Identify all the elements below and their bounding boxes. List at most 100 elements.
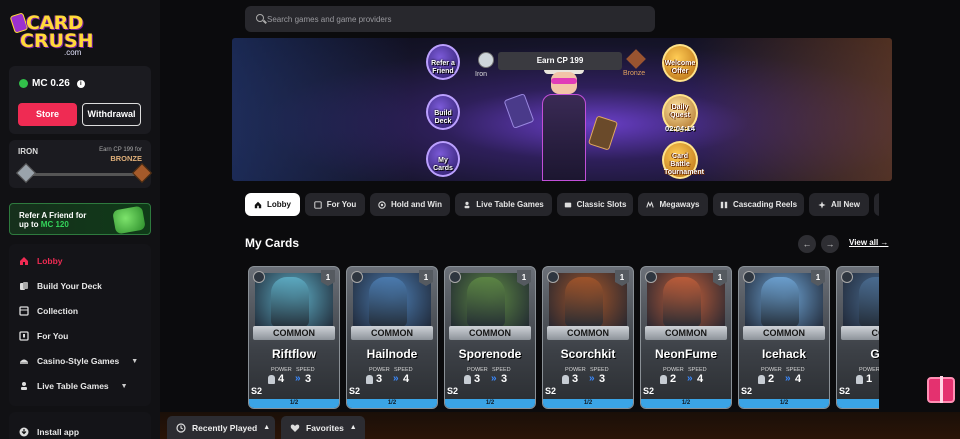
slots-icon [564,202,571,207]
tab-megaways[interactable]: Megaways [638,193,708,216]
speed-value: 4 [697,373,704,385]
card-item[interactable]: 1 COMMON Hailnode POWER 3 SPEED» 4 S2 1/2 [346,266,438,409]
card-name: Sporenode [458,347,522,361]
wallet-panel: MC 0.26 i Store Withdrawal [9,66,151,134]
power-value: 3 [572,373,579,385]
welcome-offer-button[interactable]: Welcome Offer [662,44,698,82]
my-cards-button[interactable]: My Cards [426,141,460,177]
category-tabs: Lobby For You Hold and Win Live Table Ga… [245,193,879,216]
favorites-label: Favorites [306,422,344,433]
card-name: Scorchkit [560,347,616,361]
view-all-link[interactable]: View all → [849,238,888,247]
my-cards-label: My Cards [433,157,453,172]
cardcrush-logo[interactable]: CARD CRUSH .com [9,8,94,57]
card-item[interactable]: COMGusPOWER1S2 [836,266,879,409]
tab-lobby[interactable]: Lobby [245,193,300,216]
refer-friend-button[interactable]: Refer a Friend [426,44,460,80]
welcome-offer-label: Welcome Offer [664,60,696,75]
chevron-down-icon[interactable]: ▼ [121,383,128,390]
info-icon[interactable]: i [76,79,85,88]
power-icon [758,375,765,384]
reels-icon [720,201,728,208]
tab-all-new[interactable]: All New [809,193,869,216]
refer-line2: up to MC 120 [19,220,69,229]
rank-earn-text: Earn CP 199 for [99,147,142,153]
card-item[interactable]: 1 COMMON NeonFume POWER 2 SPEED» 4 S2 1/2 [640,266,732,409]
card-item[interactable]: 1 COMMON Riftflow POWER 4 SPEED» 3 S2 1/2 [248,266,340,409]
tab-hold-and-win[interactable]: Hold and Win [370,193,450,216]
tier-label: S2 [349,386,361,396]
sidebar-item-label: Lobby [37,256,63,266]
cards-icon [20,282,28,290]
favorites-button[interactable]: Favorites ▲ [281,416,365,439]
card-name: Icehack [761,347,807,361]
download-icon [19,427,29,437]
power-icon [268,375,275,384]
dealer-icon [21,382,27,390]
xp-bar: 1/2 [347,399,437,408]
sidebar-item-live-table[interactable]: Live Table Games ▼ [19,376,128,396]
search-input[interactable] [267,6,647,32]
sidebar-item-for-you[interactable]: For You [19,326,68,346]
daily-quest-timer: 02:04:14 [664,124,696,133]
chevron-down-icon[interactable]: ▼ [131,358,138,365]
tier-label: S2 [741,386,753,396]
sidebar-item-casino-games[interactable]: Casino-Style Games ▼ [19,351,138,371]
hero-banner[interactable]: Refer a Friend Build Deck My Cards Iron … [232,38,892,181]
store-button[interactable]: Store [18,103,77,126]
logo-suffix: .com [64,48,82,57]
tab-label: Lobby [267,200,291,209]
sidebar-item-build-deck[interactable]: Build Your Deck [19,276,102,296]
speed-icon: » [491,373,497,384]
casino-icon [20,359,28,364]
card-battle-tournament-button[interactable]: Card Battle Tournament [662,141,704,179]
withdrawal-button[interactable]: Withdrawal [82,103,141,126]
speed-icon: » [393,373,399,384]
earn-cp-bar: Earn CP 199 [498,52,622,70]
character-body [542,94,586,181]
sidebar-item-lobby[interactable]: Lobby [19,251,63,271]
install-app[interactable]: Install app [9,412,151,439]
card-item[interactable]: 1 COMMON Sporenode POWER 3 SPEED» 3 S2 1/2 [444,266,536,409]
rank-next: BRONZE [110,154,142,163]
tab-live-table-games[interactable]: Live Table Games [455,193,552,216]
build-deck-button[interactable]: Build Deck [426,94,460,130]
sidebar-item-collection[interactable]: Collection [19,301,78,321]
tab-classic-slots[interactable]: Classic Slots [557,193,633,216]
home-icon [254,201,262,208]
tab-cascading-reels[interactable]: Cascading Reels [713,193,804,216]
refer-friend-label: Refer a Friend [431,60,455,75]
tab-for-you[interactable]: For You [305,193,365,216]
tier-label: S2 [251,386,263,396]
build-deck-label: Build Deck [434,110,452,125]
card-creature [271,277,309,327]
card-item[interactable]: 1 COMMON Icehack POWER 2 SPEED» 4 S2 1/2 [738,266,830,409]
character-glasses [551,78,577,84]
rank-current: IRON [18,147,38,156]
prev-arrow-icon[interactable]: ← [798,235,816,253]
recently-played-button[interactable]: Recently Played ▲ [167,416,275,439]
rank-progress[interactable]: IRON Earn CP 199 for BRONZE [9,140,152,188]
speed-icon: » [589,373,595,384]
search-bar[interactable] [245,6,655,32]
search-icon [256,14,264,22]
bronze-badge-icon [626,49,646,69]
tab-more[interactable] [874,193,879,216]
iron-badge-icon [478,52,494,68]
card-creature [565,277,603,327]
power-value: 4 [278,373,285,385]
refer-friend-banner[interactable]: Refer A Friend for up to MC 120 [9,203,151,235]
speed-value: 3 [599,373,606,385]
tab-label: Live Table Games [476,200,544,209]
speed-icon: » [785,373,791,384]
tab-label: For You [326,200,357,209]
card-item[interactable]: 1 COMMON Scorchkit POWER 3 SPEED» 3 S2 1/2 [542,266,634,409]
card-creature [467,277,505,327]
bookmark-icon [314,200,322,209]
daily-quest-label: Daily Quest [670,104,690,119]
gift-icon[interactable] [927,376,955,403]
install-app-item[interactable]: Install app [19,422,79,439]
next-arrow-icon[interactable]: → [821,235,839,253]
rarity-label: COMMON [351,326,433,340]
card-name: Riftflow [272,347,316,361]
